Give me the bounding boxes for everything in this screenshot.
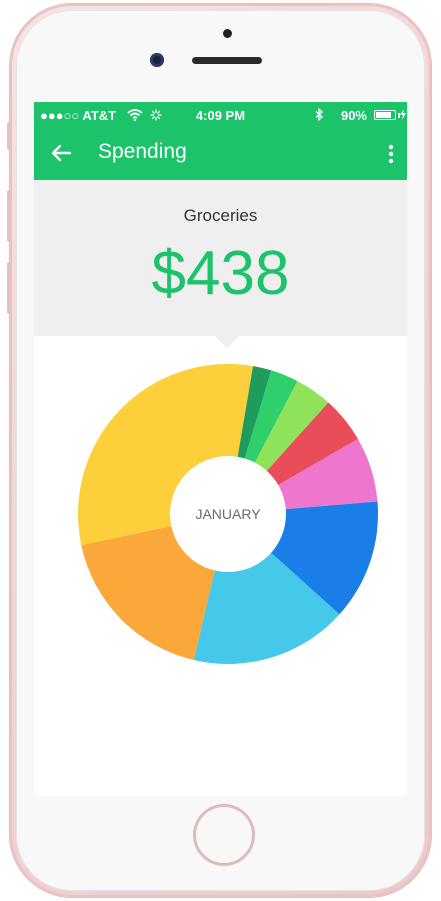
page-title: Spending xyxy=(98,140,187,163)
battery-percent: 90% xyxy=(340,108,367,123)
back-arrow-icon[interactable] xyxy=(50,142,72,164)
app-screen: ●●●○○ AT&T 4:09 PM 90% Spending Grocerie… xyxy=(34,102,407,796)
battery-fill xyxy=(376,112,392,118)
earpiece-speaker xyxy=(192,57,262,64)
status-bar: ●●●○○ AT&T 4:09 PM 90% xyxy=(34,102,407,128)
summary-pointer xyxy=(215,336,239,348)
pie-chart-svg: JANUARY xyxy=(78,363,378,665)
spending-summary: Groceries $438 xyxy=(34,180,407,336)
bluetooth-icon xyxy=(315,108,323,121)
mute-switch xyxy=(7,122,11,150)
app-bar: Spending xyxy=(34,128,407,180)
home-button[interactable] xyxy=(193,804,255,866)
battery-icon xyxy=(374,110,396,120)
category-label: Groceries xyxy=(183,206,258,225)
charging-bolt-icon xyxy=(400,109,406,120)
front-camera xyxy=(150,53,164,67)
spending-pie-chart: JANUARY xyxy=(78,363,378,665)
proximity-sensor xyxy=(223,29,232,38)
spending-amount: $438 xyxy=(151,239,290,308)
volume-up-button xyxy=(7,190,11,242)
chart-center-label: JANUARY xyxy=(195,506,261,522)
volume-down-button xyxy=(7,262,11,314)
more-options-icon[interactable] xyxy=(381,142,401,166)
